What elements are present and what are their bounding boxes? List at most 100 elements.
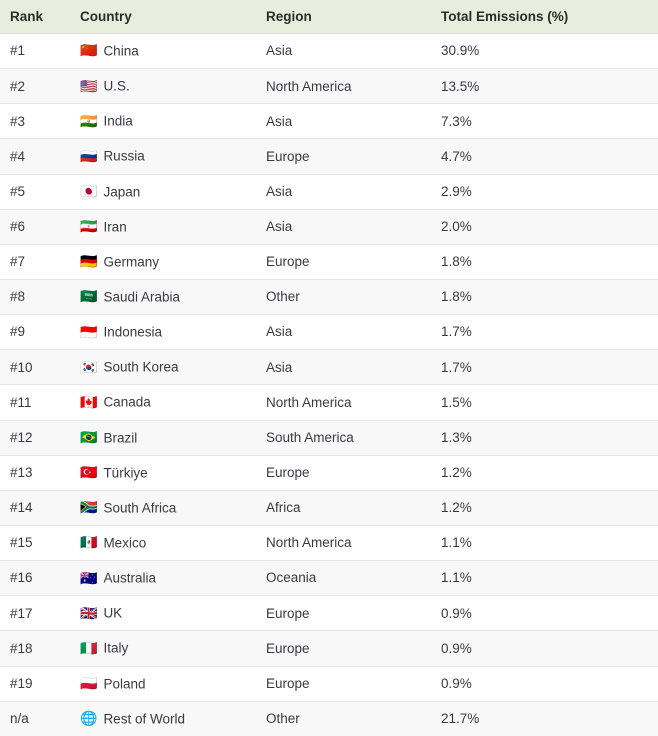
country-name: China — [103, 43, 139, 59]
cell-total-emissions: 2.9% — [431, 174, 658, 210]
table-row[interactable]: #2 🇺🇸 U.S. North America 13.5% — [0, 68, 658, 105]
flag-saudi-arabia-icon: 🇸🇦 — [80, 288, 98, 305]
table-row[interactable]: #16 🇦🇺 Australia Oceania 1.1% — [0, 560, 658, 597]
column-header-total-emissions[interactable]: Total Emissions (%) — [431, 0, 658, 34]
flag-brazil-icon: 🇧🇷 — [80, 428, 98, 445]
cell-rank: #7 — [0, 244, 66, 280]
emissions-table: Rank Country Region Total Emissions (%) … — [0, 0, 658, 736]
cell-rank: #14 — [0, 490, 66, 526]
table-row[interactable]: #12 🇧🇷 Brazil South America 1.3% — [0, 420, 658, 456]
cell-rank: #13 — [0, 455, 66, 491]
cell-region: South America — [258, 420, 431, 456]
cell-rank: n/a — [10, 711, 29, 727]
cell-country: 🇩🇪 Germany — [66, 244, 258, 280]
cell-total-emissions: 2.0% — [431, 209, 658, 245]
cell-rank: #12 — [0, 420, 66, 456]
cell-country: 🇲🇽 Mexico — [66, 525, 258, 562]
table-row[interactable]: #15 🇲🇽 Mexico North America 1.1% — [0, 525, 658, 562]
table-row[interactable]: #13 🇹🇷 Türkiye Europe 1.2% — [0, 455, 658, 491]
cell-country: 🇮🇷 Iran — [66, 209, 258, 245]
cell-total-emissions: 1.2% — [431, 490, 658, 526]
cell-rank: #16 — [0, 560, 66, 597]
cell-region: Asia — [258, 349, 431, 386]
country-name: Russia — [103, 149, 145, 165]
cell-rank: #10 — [0, 349, 66, 386]
country-name: South Africa — [103, 500, 177, 516]
country-name: Canada — [103, 395, 151, 411]
cell-region: Africa — [258, 490, 431, 526]
cell-country: 🇰🇷 South Korea — [66, 349, 258, 386]
cell-rank: #11 — [0, 384, 66, 421]
country-name: Rest of World — [103, 711, 185, 727]
table-row[interactable]: #17 🇬🇧 UK Europe 0.9% — [0, 595, 658, 632]
cell-country: 🇦🇺 Australia — [66, 560, 258, 597]
cell-total-emissions: 0.9% — [431, 666, 658, 702]
flag-india-icon: 🇮🇳 — [80, 112, 98, 129]
flag-germany-icon: 🇩🇪 — [80, 253, 98, 270]
cell-rank: #6 — [0, 209, 66, 245]
cell-region: Europe — [258, 630, 431, 667]
flag-japan-icon: 🇯🇵 — [80, 183, 98, 199]
cell-region: Europe — [258, 595, 431, 632]
globe-icon: 🌐 — [80, 710, 98, 727]
country-name: Australia — [103, 570, 156, 586]
cell-rank: #3 — [0, 103, 66, 140]
country-name: Italy — [103, 641, 129, 657]
cell-total-emissions: 1.1% — [431, 560, 658, 597]
cell-region: Europe — [258, 455, 431, 491]
flag-poland-icon: 🇵🇱 — [80, 674, 98, 691]
table-row[interactable]: #8 🇸🇦 Saudi Arabia Other 1.8% — [0, 279, 658, 316]
cell-total-emissions: 1.5% — [431, 384, 658, 421]
country-name: Brazil — [103, 430, 138, 446]
cell-total-emissions: 1.2% — [431, 455, 658, 491]
column-header-rank[interactable]: Rank — [0, 0, 66, 34]
table-row[interactable]: #14 🇿🇦 South Africa Africa 1.2% — [0, 490, 658, 526]
country-name: Indonesia — [103, 324, 162, 340]
cell-region: North America — [258, 68, 431, 105]
table-row[interactable]: #6 🇮🇷 Iran Asia 2.0% — [0, 209, 658, 245]
cell-country: 🇿🇦 South Africa — [66, 490, 258, 526]
table-row[interactable]: #1 🇨🇳 China Asia 30.9% — [0, 33, 658, 70]
cell-region: North America — [258, 525, 431, 562]
flag-south-korea-icon: 🇰🇷 — [80, 358, 98, 375]
cell-region: Asia — [258, 103, 431, 140]
cell-total-emissions: 21.7% — [441, 711, 480, 727]
table-row[interactable]: #9 🇮🇩 Indonesia Asia 1.7% — [0, 314, 658, 351]
country-name: UK — [103, 605, 123, 621]
cell-country: 🇮🇩 Indonesia — [66, 314, 258, 351]
cell-region: Asia — [258, 209, 431, 245]
table-row[interactable]: #11 🇨🇦 Canada North America 1.5% — [0, 384, 658, 421]
table-row[interactable]: n/a 🌐 Rest of World Other 21.7% — [0, 701, 658, 736]
cell-rank: #15 — [0, 525, 66, 562]
column-header-region[interactable]: Region — [258, 0, 431, 34]
cell-rank: #19 — [0, 666, 66, 702]
cell-country: 🇨🇳 China — [66, 33, 258, 70]
flag-italy-icon: 🇮🇹 — [80, 639, 98, 656]
country-name: South Korea — [103, 360, 179, 375]
cell-total-emissions: 1.7% — [431, 314, 658, 351]
column-header-country[interactable]: Country — [66, 0, 258, 34]
flag-mexico-icon: 🇲🇽 — [80, 534, 98, 551]
cell-total-emissions: 0.9% — [431, 595, 658, 632]
table-row[interactable]: #10 🇰🇷 South Korea Asia 1.7% — [0, 349, 658, 386]
table-row[interactable]: #4 🇷🇺 Russia Europe 4.7% — [0, 138, 658, 175]
cell-region: Oceania — [258, 560, 431, 597]
cell-rank: #2 — [0, 68, 66, 105]
cell-country: 🇺🇸 U.S. — [66, 68, 258, 105]
table-row[interactable]: #5 🇯🇵 Japan Asia 2.9% — [0, 174, 658, 210]
cell-country: 🇧🇷 Brazil — [66, 420, 258, 456]
cell-country: 🇸🇦 Saudi Arabia — [66, 279, 258, 316]
cell-country: 🇬🇧 UK — [66, 595, 258, 632]
cell-country: 🌐 Rest of World — [66, 701, 258, 736]
table-row[interactable]: #7 🇩🇪 Germany Europe 1.8% — [0, 244, 658, 280]
table-row[interactable]: #19 🇵🇱 Poland Europe 0.9% — [0, 666, 658, 702]
cell-rank: #9 — [0, 314, 66, 351]
cell-region: Europe — [258, 666, 431, 702]
table-row[interactable]: #3 🇮🇳 India Asia 7.3% — [0, 103, 658, 140]
cell-region: Europe — [258, 244, 431, 280]
table-row[interactable]: #18 🇮🇹 Italy Europe 0.9% — [0, 630, 658, 667]
cell-country: 🇨🇦 Canada — [66, 384, 258, 421]
cell-total-emissions: 1.3% — [431, 420, 658, 456]
cell-country: 🇮🇳 India — [66, 103, 258, 140]
cell-total-emissions: 13.5% — [431, 68, 658, 105]
